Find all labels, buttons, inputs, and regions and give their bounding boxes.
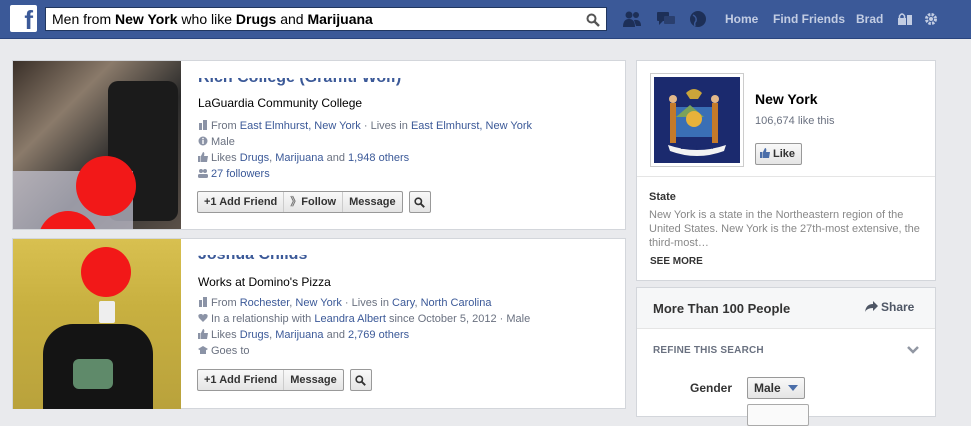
likes-line: Likes Drugs, Marijuana and 1,948 others	[198, 150, 532, 166]
result-name-text: Rich College (Graffiti Wolf)	[198, 78, 401, 86]
privacy-shortcuts-icon[interactable]	[897, 12, 913, 26]
action-buttons: +1 Add Friend 》Follow Message	[197, 191, 431, 213]
search-query-part: Men from	[52, 11, 116, 27]
refine-label: REFINE THIS SEARCH	[653, 345, 764, 356]
likes-line: Likes Drugs, Marijuana and 2,769 others	[198, 327, 530, 343]
share-arrow-icon	[865, 301, 878, 312]
result-name[interactable]: Joshua Childs	[198, 255, 308, 264]
search-result-card: Joshua Childs Works at Domino's Pizza Fr…	[12, 238, 626, 409]
home-link[interactable]: Home	[725, 12, 758, 26]
section-title: State	[649, 191, 676, 203]
search-query-part: Drugs	[235, 11, 277, 27]
profile-link[interactable]: Brad	[856, 12, 883, 26]
filter-select-next[interactable]	[747, 404, 809, 426]
current-state-link[interactable]: North Carolina	[421, 297, 492, 309]
like-link-drugs[interactable]: Drugs	[240, 152, 269, 164]
search-query-part: and	[276, 11, 308, 27]
search-query: Men from New York who like Drugs and Mar…	[52, 11, 373, 27]
action-buttons: +1 Add Friend Message	[197, 369, 372, 391]
search-icon[interactable]	[586, 13, 600, 27]
heart-icon	[198, 314, 208, 322]
censor-blot	[81, 247, 131, 297]
search-input[interactable]: Men from New York who like Drugs and Mar…	[45, 7, 607, 31]
like-link-drugs[interactable]: Drugs	[240, 329, 269, 341]
page-name[interactable]: New York	[755, 91, 818, 107]
refine-card: More Than 100 People Share REFINE THIS S…	[636, 287, 936, 426]
hometown-link[interactable]: Rochester	[240, 297, 290, 309]
see-more-button[interactable]	[349, 369, 372, 391]
followers-link[interactable]: 27 followers	[211, 168, 270, 180]
message-button[interactable]: Message	[283, 370, 342, 390]
other-likes-link[interactable]: 1,948 others	[348, 152, 409, 164]
hometown-line: From East Elmhurst, New York · Lives in …	[198, 118, 532, 134]
followers-line: 27 followers	[198, 166, 532, 182]
thumbs-up-icon	[198, 152, 208, 162]
building-icon	[199, 120, 207, 130]
info-icon	[198, 136, 208, 146]
notifications-globe-icon[interactable]	[688, 10, 708, 28]
gender-line: Male	[198, 134, 532, 150]
education-line: Goes to	[198, 343, 530, 359]
chevron-down-icon[interactable]	[907, 346, 919, 355]
result-subtitle: Works at Domino's Pizza	[198, 275, 331, 289]
add-friend-button[interactable]: +1 Add Friend	[198, 192, 283, 212]
divider	[637, 176, 935, 177]
page-thumbnail[interactable]: EXCELSIOR	[650, 73, 744, 167]
messages-icon[interactable]	[656, 10, 676, 28]
hometown-state-link[interactable]: New York	[295, 297, 341, 309]
result-details: From East Elmhurst, New York · Lives in …	[198, 118, 532, 182]
rss-icon: 》	[290, 196, 302, 208]
partner-link[interactable]: Leandra Albert	[314, 313, 386, 325]
friend-requests-icon[interactable]	[622, 10, 642, 28]
see-more-link[interactable]: SEE MORE	[650, 256, 703, 267]
gender-filter-select[interactable]: Male	[747, 377, 806, 399]
result-name-text: Joshua Childs	[198, 255, 307, 263]
add-friend-icon: +1	[204, 196, 220, 208]
like-link-marijuana[interactable]: Marijuana	[275, 329, 323, 341]
page-description: New York is a state in the Northeastern …	[649, 209, 920, 249]
profile-photo[interactable]	[13, 239, 181, 409]
current-city-link[interactable]: Cary	[392, 297, 414, 309]
see-more-button[interactable]	[408, 191, 431, 213]
magnifier-icon	[414, 196, 425, 208]
result-subtitle: LaGuardia Community College	[198, 96, 363, 110]
page-like-count: 106,674 like this	[755, 115, 835, 127]
building-icon	[199, 297, 207, 307]
thumbs-up-icon	[198, 329, 208, 339]
facebook-logo[interactable]: f	[10, 5, 37, 35]
share-button[interactable]: Share	[865, 300, 914, 314]
message-button[interactable]: Message	[342, 192, 401, 212]
like-page-button[interactable]: Like	[755, 143, 803, 165]
hometown-line: From Rochester, New York · Lives in Cary…	[198, 295, 530, 311]
result-name[interactable]: Rich College (Graffiti Wolf)	[198, 78, 498, 87]
like-link-marijuana[interactable]: Marijuana	[275, 152, 323, 164]
top-bar: f Men from New York who like Drugs and M…	[0, 0, 971, 39]
search-query-part: Marijuana	[307, 11, 373, 27]
other-likes-link[interactable]: 2,769 others	[348, 329, 409, 341]
followers-icon	[198, 169, 208, 178]
censor-blot	[76, 156, 136, 216]
search-result-card: Rich College (Graffiti Wolf) LaGuardia C…	[12, 60, 626, 230]
search-query-part: who like	[177, 11, 236, 27]
thumbs-up-icon	[760, 148, 770, 158]
dropdown-arrow-icon	[788, 385, 799, 391]
follow-button[interactable]: 》Follow	[283, 192, 342, 212]
current-city-link[interactable]: East Elmhurst, New York	[411, 120, 532, 132]
relationship-line: In a relationship with Leandra Albert si…	[198, 311, 530, 327]
graduation-cap-icon	[198, 346, 208, 354]
search-query-part: New York	[115, 11, 178, 27]
add-friend-button[interactable]: +1 Add Friend	[198, 370, 283, 390]
hometown-link[interactable]: East Elmhurst, New York	[240, 120, 361, 132]
result-count-title: More Than 100 People	[653, 301, 791, 316]
result-details: From Rochester, New York · Lives in Cary…	[198, 295, 530, 359]
gender-filter-label: Gender	[690, 381, 733, 395]
page-card: EXCELSIOR New York 106,674 like this Lik…	[636, 60, 936, 281]
add-friend-icon: +1	[204, 374, 220, 386]
profile-photo[interactable]	[13, 61, 181, 229]
magnifier-icon	[355, 374, 367, 386]
find-friends-link[interactable]: Find Friends	[773, 12, 845, 26]
settings-gear-icon[interactable]	[923, 11, 939, 27]
seal-ribbon-text: EXCELSIOR	[680, 145, 714, 151]
